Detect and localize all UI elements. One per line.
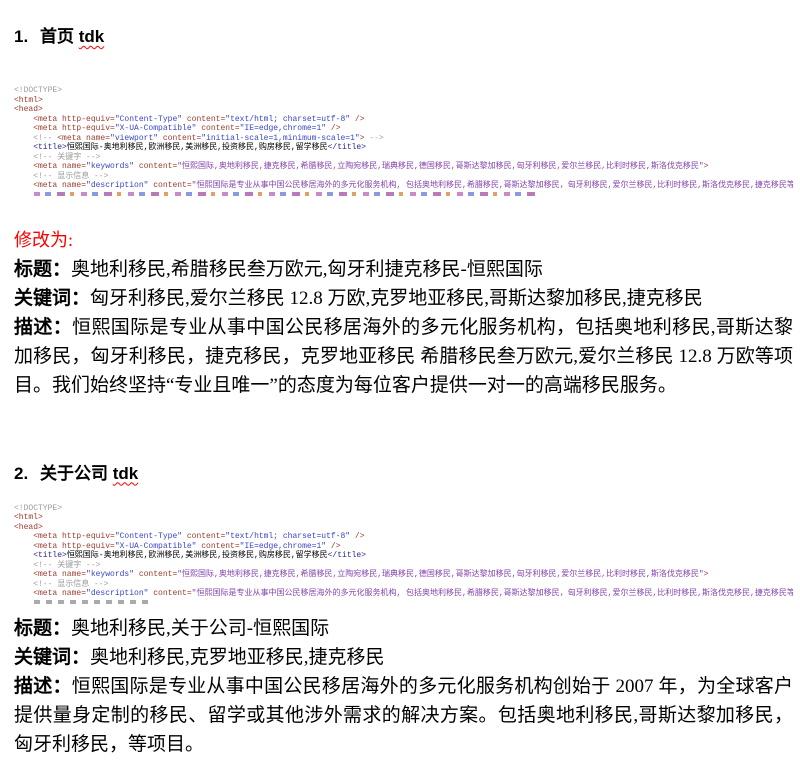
section2-heading-text: 关于公司 <box>40 464 108 483</box>
keywords-value: 奥地利移民,克罗地亚移民,捷克移民 <box>90 647 385 668</box>
description-value: 恒熙国际是专业从事中国公民移居海外的多元化服务机构创始于 2007 年，为全球客… <box>14 676 793 755</box>
code-line: <meta name="keywords" content="恒熙国际,奥地利移… <box>14 570 793 580</box>
code-block-about-tdk: <!DOCTYPE><html><head> <meta http-equiv=… <box>14 504 793 599</box>
code-line: <!DOCTYPE> <box>14 86 793 96</box>
code-line: <html> <box>14 513 793 523</box>
code-line: <!DOCTYPE> <box>14 504 793 514</box>
description-label: 描述： <box>14 317 72 338</box>
title-value: 奥地利移民,关于公司-恒熙国际 <box>71 618 329 639</box>
code-line: <!-- 显示信息 --> <box>14 580 793 590</box>
clipped-code-line <box>34 600 154 604</box>
code-line: <!-- 显示信息 --> <box>14 172 793 182</box>
code-line: <title>恒熙国际-奥地利移民,欧洲移民,美洲移民,投资移民,购房移民,留学… <box>14 143 793 153</box>
code-line: <head> <box>14 523 793 533</box>
section2-title-line: 标题：奥地利移民,关于公司-恒熙国际 <box>14 614 793 643</box>
code-block-homepage-tdk: <!DOCTYPE><html><head> <meta http-equiv=… <box>14 86 793 191</box>
section2-heading: 2.关于公司 tdk <box>14 463 793 485</box>
code-line: <html> <box>14 96 793 106</box>
title-value: 奥地利移民,希腊移民叁万欧元,匈牙利捷克移民-恒熙国际 <box>71 259 543 280</box>
section2-heading-suffix: tdk <box>113 464 139 483</box>
code-line: <meta http-equiv="Content-Type" content=… <box>14 532 793 542</box>
code-line: <!-- 关键字 --> <box>14 153 793 163</box>
code-line: <!-- <meta name="viewport" content="init… <box>14 134 793 144</box>
code-line: <meta http-equiv="X-UA-Compatible" conte… <box>14 124 793 134</box>
section1-description-paragraph: 描述：恒熙国际是专业从事中国公民移居海外的多元化服务机构，包括奥地利移民,哥斯达… <box>14 313 793 400</box>
title-label: 标题： <box>14 618 71 639</box>
code-line: <!-- 关键字 --> <box>14 561 793 571</box>
clipped-code-line <box>34 192 539 196</box>
keywords-value: 匈牙利移民,爱尔兰移民 12.8 万欧,克罗地亚移民,哥斯达黎加移民,捷克移民 <box>90 288 703 309</box>
section1-heading: 1.首页 tdk <box>14 26 793 48</box>
section2-keywords-line: 关键词：奥地利移民,克罗地亚移民,捷克移民 <box>14 643 793 672</box>
code-line: <head> <box>14 105 793 115</box>
title-label: 标题： <box>14 259 71 280</box>
description-label: 描述： <box>14 676 72 697</box>
document-page: 1.首页 tdk <!DOCTYPE><html><head> <meta ht… <box>0 0 800 764</box>
keywords-label: 关键词： <box>14 288 90 309</box>
section2-heading-number: 2. <box>14 463 40 485</box>
section1-heading-suffix: tdk <box>79 27 105 46</box>
code-line: <meta name="description" content="恒熙国际是专… <box>14 589 793 599</box>
keywords-label: 关键词： <box>14 647 90 668</box>
revise-label: 修改为: <box>14 226 793 255</box>
section2-description-paragraph: 描述：恒熙国际是专业从事中国公民移居海外的多元化服务机构创始于 2007 年，为… <box>14 672 793 759</box>
section1-heading-text: 首页 <box>40 27 74 46</box>
section1-title-line: 标题：奥地利移民,希腊移民叁万欧元,匈牙利捷克移民-恒熙国际 <box>14 255 793 284</box>
code-line: <meta http-equiv="X-UA-Compatible" conte… <box>14 542 793 552</box>
code-line: <meta name="keywords" content="恒熙国际,奥地利移… <box>14 162 793 172</box>
code-line: <meta name="description" content="恒熙国际是专… <box>14 181 793 191</box>
section1-keywords-line: 关键词：匈牙利移民,爱尔兰移民 12.8 万欧,克罗地亚移民,哥斯达黎加移民,捷… <box>14 284 793 313</box>
code-line: <title>恒熙国际-奥地利移民,欧洲移民,美洲移民,投资移民,购房移民,留学… <box>14 551 793 561</box>
code-line: <meta http-equiv="Content-Type" content=… <box>14 115 793 125</box>
description-value: 恒熙国际是专业从事中国公民移居海外的多元化服务机构，包括奥地利移民,哥斯达黎加移… <box>14 317 793 396</box>
section1-heading-number: 1. <box>14 26 40 48</box>
